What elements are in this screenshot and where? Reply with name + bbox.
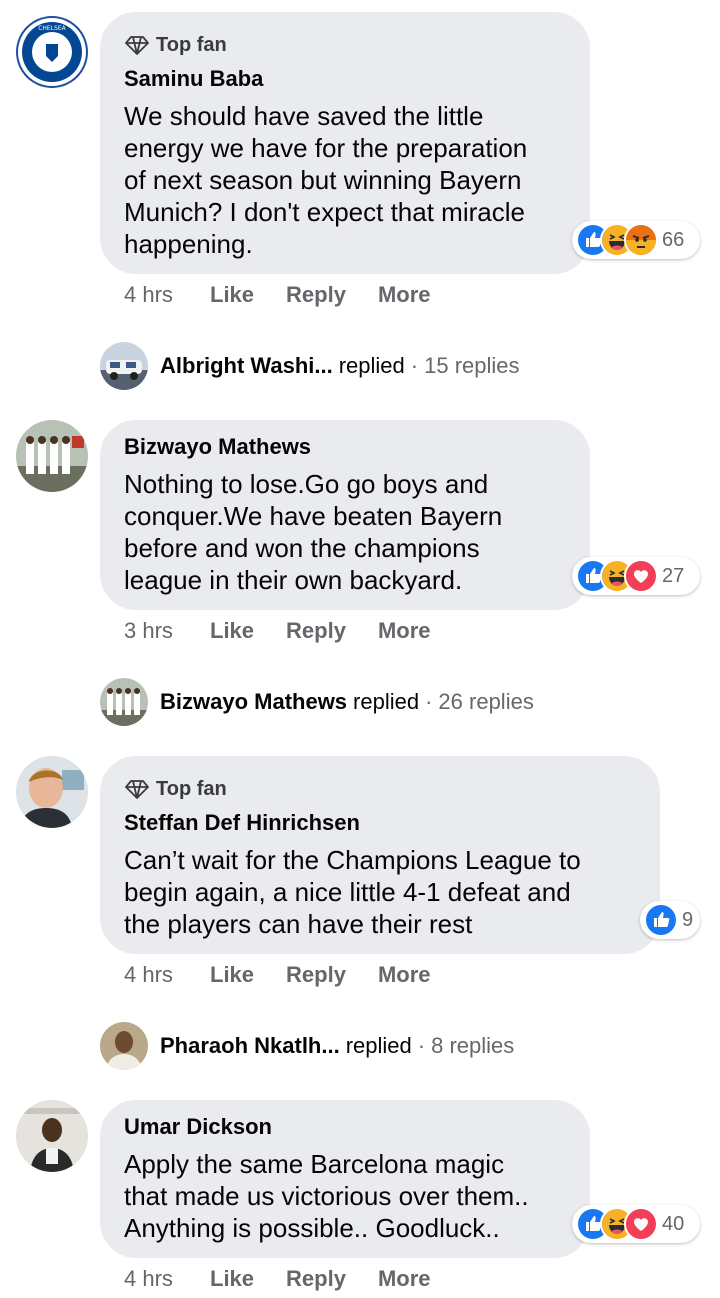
top-fan-badge: Top fan [124, 776, 227, 802]
more-button[interactable]: More [378, 618, 431, 644]
top-fan-label: Top fan [156, 777, 227, 800]
replied-label: replied [345, 1033, 412, 1058]
comment-bubble: Umar Dickson Apply the same Barcelona ma… [100, 1100, 590, 1258]
top-fan-label: Top fan [156, 33, 227, 56]
comment-text: Apply the same Barcelona magic that made… [124, 1149, 529, 1243]
comment-author[interactable]: Umar Dickson [124, 1114, 272, 1140]
timestamp[interactable]: 3 hrs [124, 618, 210, 644]
reaction-count: 27 [662, 564, 685, 587]
avatar[interactable] [16, 420, 88, 492]
diamond-icon [125, 36, 149, 55]
replier-name[interactable]: Pharaoh Nkatlh... [160, 1033, 340, 1059]
reaction-summary[interactable]: 40 [572, 1205, 700, 1243]
top-fan-badge: Top fan [124, 32, 227, 58]
view-replies[interactable]: Bizwayo Mathews replied · 26 replies [100, 678, 534, 726]
comment-actions: 4 hrs Like Reply More [124, 962, 463, 988]
diamond-icon [125, 780, 149, 799]
comment-author[interactable]: Bizwayo Mathews [124, 434, 311, 460]
comment-bubble: Bizwayo Mathews Nothing to lose.Go go bo… [100, 420, 590, 610]
reply-count[interactable]: 15 replies [424, 353, 519, 379]
separator: · [425, 689, 433, 714]
comment-bubble: Top fan Saminu Baba We should have saved… [100, 12, 590, 274]
more-button[interactable]: More [378, 962, 431, 988]
comment-text: Nothing to lose.Go go boys and conquer.W… [124, 469, 503, 595]
comment-bubble: Top fan Steffan Def Hinrichsen Can’t wai… [100, 756, 660, 954]
reply-count[interactable]: 8 replies [431, 1033, 514, 1059]
view-replies[interactable]: Pharaoh Nkatlh... replied · 8 replies [100, 1022, 514, 1070]
angry-icon [624, 223, 658, 257]
like-button[interactable]: Like [210, 282, 254, 308]
replier-name[interactable]: Albright Washi... [160, 353, 333, 379]
svg-text:CHELSEA: CHELSEA [38, 25, 66, 32]
separator: · [417, 1033, 426, 1058]
replied-label: replied [338, 353, 405, 378]
like-button[interactable]: Like [210, 1266, 254, 1292]
timestamp[interactable]: 4 hrs [124, 1266, 210, 1292]
separator: · [410, 353, 419, 378]
comment-author[interactable]: Saminu Baba [124, 66, 263, 92]
more-button[interactable]: More [378, 1266, 431, 1292]
like-button[interactable]: Like [210, 962, 254, 988]
avatar[interactable]: CHELSEA [16, 16, 88, 88]
replier-name[interactable]: Bizwayo Mathews [160, 689, 347, 715]
timestamp[interactable]: 4 hrs [124, 962, 210, 988]
reaction-count: 9 [682, 908, 694, 931]
comment-author[interactable]: Steffan Def Hinrichsen [124, 810, 360, 836]
reply-button[interactable]: Reply [286, 282, 346, 308]
more-button[interactable]: More [378, 282, 431, 308]
reply-count[interactable]: 26 replies [438, 689, 533, 715]
comment-actions: 4 hrs Like Reply More [124, 1266, 463, 1292]
reaction-summary[interactable]: 66 [572, 221, 700, 259]
love-icon [624, 559, 658, 593]
avatar[interactable] [16, 756, 88, 828]
reaction-count: 66 [662, 228, 685, 251]
comment-text: We should have saved the little energy w… [124, 101, 528, 259]
reply-button[interactable]: Reply [286, 962, 346, 988]
reply-button[interactable]: Reply [286, 1266, 346, 1292]
like-icon [644, 903, 678, 937]
comment-actions: 3 hrs Like Reply More [124, 618, 463, 644]
timestamp[interactable]: 4 hrs [124, 282, 210, 308]
comment-actions: 4 hrs Like Reply More [124, 282, 463, 308]
avatar [100, 342, 148, 390]
view-replies[interactable]: Albright Washi... replied · 15 replies [100, 342, 520, 390]
like-button[interactable]: Like [210, 618, 254, 644]
avatar [100, 1022, 148, 1070]
reply-button[interactable]: Reply [286, 618, 346, 644]
reaction-count: 40 [662, 1212, 685, 1235]
love-icon [624, 1207, 658, 1241]
replied-label: replied [353, 689, 420, 714]
comment-text: Can’t wait for the Champions League to b… [124, 845, 581, 939]
reaction-summary[interactable]: 27 [572, 557, 700, 595]
avatar[interactable] [16, 1100, 88, 1172]
reaction-summary[interactable]: 9 [640, 901, 700, 939]
avatar [100, 678, 148, 726]
